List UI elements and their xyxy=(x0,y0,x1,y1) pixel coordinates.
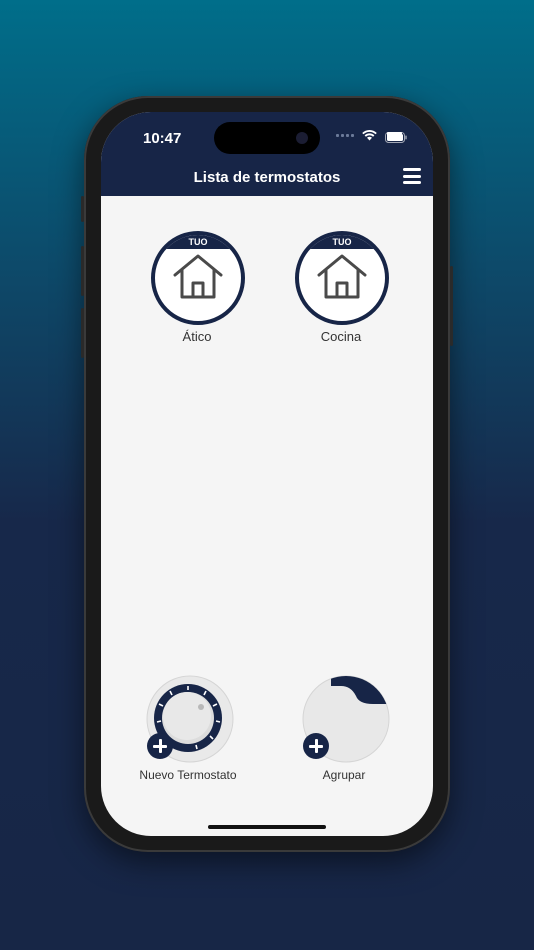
thermostat-badge: TUO xyxy=(155,235,241,249)
plus-circle-icon xyxy=(147,733,173,759)
group-button[interactable]: Agrupar xyxy=(284,672,404,792)
house-icon xyxy=(317,254,367,299)
new-thermostat-label: Nuevo Termostato xyxy=(139,768,237,782)
phone-power-button xyxy=(450,266,453,346)
thermostat-badge: TUO xyxy=(299,235,385,249)
hamburger-menu-icon[interactable] xyxy=(403,168,421,184)
thermostat-name: Ático xyxy=(182,329,212,344)
thermostat-name: Cocina xyxy=(320,329,362,344)
app-screen: 10:47 Lista de termostatos TUO Ático TUO… xyxy=(101,112,433,836)
phone-volume-down-button xyxy=(81,308,84,358)
new-thermostat-button[interactable]: Nuevo Termostato xyxy=(128,672,248,792)
phone-side-button xyxy=(81,196,84,222)
thermostat-icon-button[interactable]: TUO xyxy=(295,231,389,325)
thermostat-icon-button[interactable]: TUO xyxy=(151,231,245,325)
plus-circle-icon xyxy=(303,733,329,759)
home-indicator xyxy=(208,825,326,829)
phone-volume-up-button xyxy=(81,246,84,296)
group-label: Agrupar xyxy=(322,768,366,782)
thermostat-tile-cocina[interactable]: TUO Cocina xyxy=(281,112,401,352)
house-icon xyxy=(173,254,223,299)
thermostat-tile-atico[interactable]: TUO Ático xyxy=(137,112,257,352)
